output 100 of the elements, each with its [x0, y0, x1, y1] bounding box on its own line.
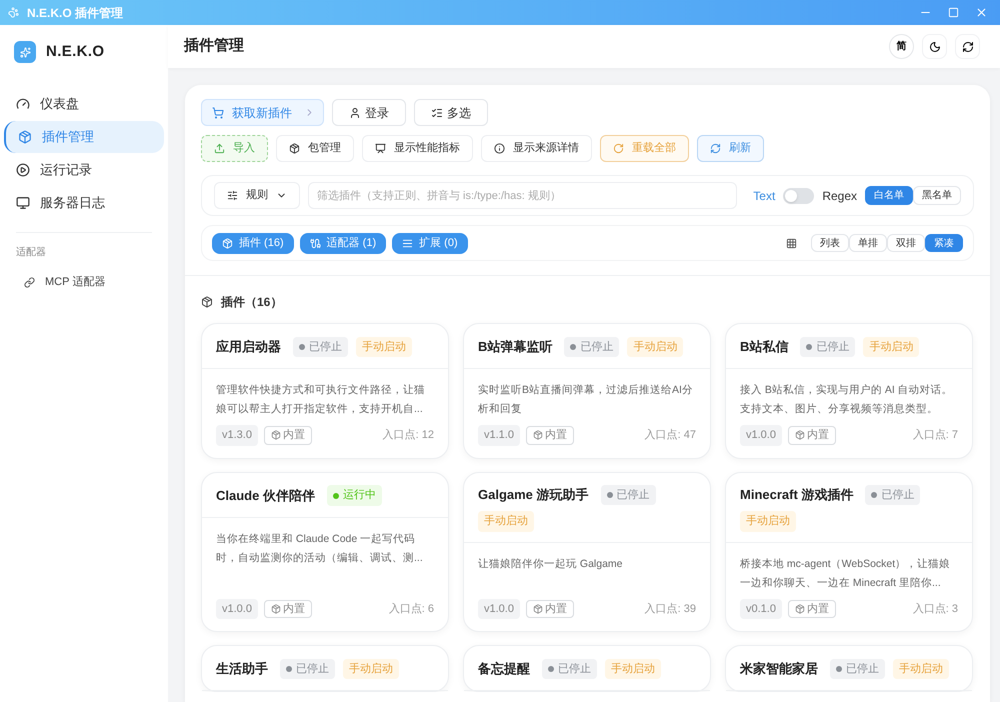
entry-count: 入口点: 6 — [388, 602, 434, 616]
package-icon — [794, 430, 805, 440]
plugin-card[interactable]: Minecraft 游戏插件 已停止 手动启动 桥接本地 mc-agent（WebSocket），让猫娘一边和你聊天、一边在 Minecraft 里陪你... v0.1.0 内置 入口点: 3 — [725, 472, 973, 632]
builtin-badge: 内置 — [788, 426, 836, 444]
start-mode-badge: 手动启动 — [478, 511, 534, 532]
version-badge: v1.0.0 — [740, 425, 782, 446]
plugin-card[interactable]: Galgame 游玩助手 已停止 手动启动 让猫娘陪伴你一起玩 Galgame v1.0.0 内置 入口点: 39 — [463, 472, 711, 632]
close-icon[interactable] — [975, 6, 988, 19]
plugin-description: 桥接本地 mc-agent（WebSocket），让猫娘一边和你聊天、一边在 Minecraft 里陪你... — [740, 556, 952, 590]
package-icon — [270, 430, 281, 440]
package-icon — [532, 430, 543, 440]
package-icon — [532, 604, 543, 614]
version-badge: v1.0.0 — [478, 598, 520, 619]
rules-dropdown[interactable]: 规则 — [214, 182, 300, 209]
plugin-card[interactable]: 应用启动器 已停止 手动启动 管理软件快捷方式和可执行文件路径，让猫娘可以帮主人打开指定软件，支持开机自... v1.3.0 内置 入口点: 12 — [201, 323, 449, 458]
builtin-badge: 内置 — [264, 426, 312, 444]
plugin-name: B站弹幕监听 — [478, 338, 552, 356]
plugin-name: Galgame 游玩助手 — [478, 486, 589, 504]
plugin-card[interactable]: B站弹幕监听 已停止 手动启动 实时监听B站直播间弹幕，过滤后推送给AI分析和回复 v1.1.0 内置 入口点: 47 — [463, 323, 711, 458]
list-mode-button[interactable]: 黑名单 — [913, 186, 961, 205]
section-title: 插件（16） — [221, 294, 282, 311]
nav-icon — [16, 162, 30, 176]
grid-icon — [786, 238, 797, 248]
toolbar-button[interactable]: 包管理 — [276, 135, 354, 162]
plugin-description: 管理软件快捷方式和可执行文件路径，让猫娘可以帮主人打开指定软件，支持开机自... — [216, 383, 426, 417]
plugin-name: Minecraft 游戏插件 — [740, 486, 854, 504]
regex-mode-label: Regex — [822, 188, 857, 204]
nav-icon — [16, 96, 30, 110]
cable-icon — [310, 238, 321, 248]
page-title: 插件管理 — [184, 36, 244, 56]
refresh-button[interactable] — [955, 34, 980, 59]
plugin-name: 备忘提醒 — [478, 660, 530, 678]
start-mode-badge: 手动启动 — [356, 336, 412, 358]
window-title: N.E.K.O 插件管理 — [27, 4, 124, 22]
start-mode-badge: 手动启动 — [893, 658, 949, 680]
layout-button[interactable]: 双排 — [887, 234, 925, 252]
refresh-icon — [710, 143, 721, 154]
version-badge: v1.3.0 — [216, 425, 258, 446]
refresh-icon — [962, 40, 974, 52]
maximize-icon[interactable] — [948, 7, 959, 18]
plugin-description: 接入 B站私信，实现与用户的 AI 自动对话。支持文本、图片、分享视频等消息类型。 — [740, 383, 954, 417]
presentation-icon — [375, 143, 386, 154]
version-badge: v1.1.0 — [478, 425, 520, 446]
start-mode-badge: 手动启动 — [627, 336, 684, 358]
paw-icon — [8, 7, 19, 18]
plugin-name: 生活助手 — [216, 660, 268, 678]
status-badge: 已停止 — [542, 658, 597, 680]
lines-icon — [402, 238, 414, 248]
nav-item[interactable]: 服务器日志 — [4, 186, 164, 218]
user-icon — [349, 106, 361, 118]
toolbar-button[interactable]: 多选 — [414, 99, 488, 126]
section-label: 适配器 — [15, 246, 47, 260]
plugin-name: B站私信 — [740, 338, 788, 356]
theme-button[interactable] — [922, 34, 947, 59]
plugin-card[interactable]: 生活助手 已停止 手动启动 — [201, 645, 449, 692]
nav-item[interactable]: 仪表盘 — [4, 88, 164, 120]
start-mode-badge: 手动启动 — [343, 658, 399, 680]
info-icon — [494, 143, 505, 154]
package-icon — [270, 604, 281, 614]
layout-button[interactable]: 列表 — [811, 234, 849, 252]
moon-icon — [928, 40, 940, 52]
plugin-card[interactable]: B站私信 已停止 手动启动 接入 B站私信，实现与用户的 AI 自动对话。支持文本、图片、分享视频等消息类型。 v1.0.0 内置 入口点: 7 — [725, 323, 973, 458]
nav-icon — [18, 130, 32, 144]
status-badge: 已停止 — [865, 484, 920, 505]
status-badge: 已停止 — [800, 336, 856, 358]
list-mode-button[interactable]: 白名单 — [865, 186, 913, 205]
entry-count: 入口点: 3 — [912, 602, 958, 616]
entry-count: 入口点: 12 — [382, 428, 434, 443]
builtin-badge: 内置 — [788, 600, 836, 618]
layout-button[interactable]: 紧凑 — [925, 234, 963, 252]
version-badge: v0.1.0 — [740, 598, 782, 619]
package-icon — [794, 604, 805, 614]
regex-toggle[interactable] — [783, 188, 814, 204]
toolbar-button[interactable]: 显示性能指标 — [362, 135, 473, 162]
plugin-name: 应用启动器 — [216, 338, 281, 356]
nav-item[interactable]: 运行记录 — [4, 154, 164, 186]
status-badge: 已停止 — [293, 336, 348, 358]
builtin-badge: 内置 — [264, 600, 312, 618]
start-mode-badge: 手动启动 — [740, 511, 796, 532]
plugin-card[interactable]: 备忘提醒 已停止 手动启动 — [463, 645, 711, 692]
filter-input[interactable]: 筛选插件（支持正则、拼音与 is:/type:/has: 规则） — [308, 182, 738, 209]
status-badge: 已停止 — [564, 336, 620, 358]
plugin-name: 米家智能家居 — [740, 660, 818, 678]
package-icon — [201, 296, 213, 308]
layout-button[interactable]: 单排 — [849, 234, 887, 252]
start-mode-badge: 手动启动 — [605, 658, 661, 680]
plugin-description: 让猫娘陪伴你一起玩 Galgame — [478, 556, 624, 572]
status-badge: 已停止 — [280, 658, 335, 680]
plugin-description: 当你在终端里和 Claude Code 一起写代码时，自动监测你的活动（编辑、调试、测... — [216, 532, 424, 566]
text-mode-label: Text — [753, 188, 776, 204]
toolbar-button[interactable]: 登录 — [332, 99, 406, 126]
nav-item[interactable]: MCP 适配器 — [4, 268, 164, 298]
status-badge: 已停止 — [600, 484, 656, 505]
plugin-card[interactable]: 米家智能家居 已停止 手动启动 — [725, 645, 973, 692]
package-icon — [222, 238, 233, 248]
plugin-card[interactable]: Claude 伙伴陪伴 运行中 当你在终端里和 Claude Code 一起写代码时，自动监测你的活动（编辑、调试、测... v1.0.0 内置 入口点: 6 — [201, 472, 449, 632]
package-icon — [289, 143, 300, 154]
language-button[interactable]: 简 — [889, 34, 914, 59]
toolbar-button[interactable]: 显示来源详情 — [481, 135, 592, 162]
builtin-badge: 内置 — [526, 600, 574, 618]
